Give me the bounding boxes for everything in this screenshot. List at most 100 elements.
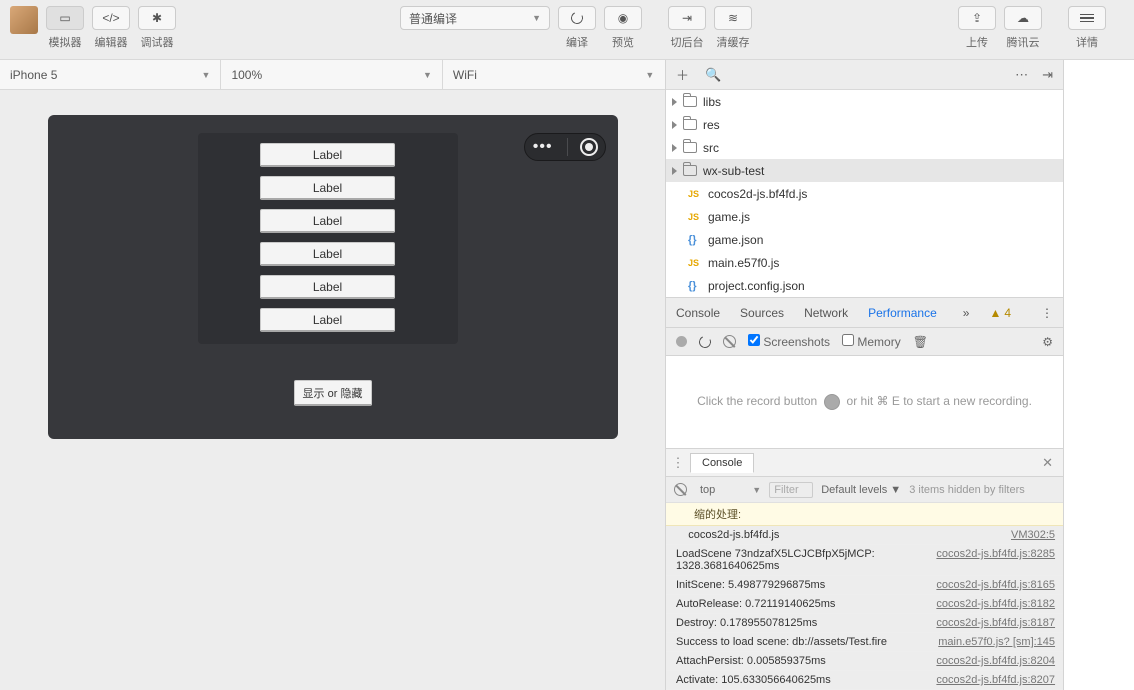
clear-icon[interactable] xyxy=(723,335,736,348)
console-message: AutoRelease: 0.72119140625ms xyxy=(676,598,936,610)
tab-network[interactable]: Network xyxy=(804,306,848,320)
target-icon[interactable] xyxy=(580,138,598,156)
network-select[interactable]: WiFi▼ xyxy=(443,60,664,89)
label-panel: Label Label Label Label Label Label xyxy=(198,133,458,344)
context-select[interactable]: top xyxy=(695,482,744,498)
debugger-button[interactable]: ✱调试器 xyxy=(138,6,176,50)
console-message: Destroy: 0.178955078125ms xyxy=(676,617,936,629)
more-icon[interactable]: ••• xyxy=(531,138,555,156)
phone-icon: ▭ xyxy=(46,6,84,30)
avatar[interactable] xyxy=(10,6,38,34)
console-source-link[interactable]: cocos2d-js.bf4fd.js:8207 xyxy=(936,674,1055,686)
preview-button[interactable]: ◉预览 xyxy=(604,6,642,50)
tree-folder[interactable]: src xyxy=(666,136,1063,159)
chevron-down-icon: ▼ xyxy=(645,70,654,80)
details-button[interactable]: 详情 xyxy=(1068,6,1106,50)
json-icon: {} xyxy=(688,280,702,292)
tree-file[interactable]: {}game.json xyxy=(666,228,1063,251)
switch-icon: ⇥ xyxy=(668,6,706,30)
reload-icon[interactable] xyxy=(697,334,712,349)
tree-folder[interactable]: wx-sub-test xyxy=(666,159,1063,182)
more-tabs-icon[interactable]: » xyxy=(963,306,970,320)
tree-file[interactable]: {}project.config.json xyxy=(666,274,1063,297)
console-line: LoadScene 73ndzafX5LCJCBfpX5jMCP: 1328.3… xyxy=(666,545,1063,576)
label-button[interactable]: Label xyxy=(260,275,395,299)
hidden-info: 3 items hidden by filters xyxy=(909,484,1025,496)
console-output: 缩的处理: cocos2d-js.bf4fd.jsVM302:5LoadScen… xyxy=(666,503,1063,690)
search-icon[interactable]: 🔍 xyxy=(705,67,721,83)
console-panel: ⋮ Console ✕ top ▼ Filter Default levels … xyxy=(666,448,1063,690)
folder-icon xyxy=(683,119,697,130)
kebab-icon[interactable]: ⋮ xyxy=(666,455,690,471)
tree-file[interactable]: JSgame.js xyxy=(666,205,1063,228)
device-select[interactable]: iPhone 5▼ xyxy=(0,60,221,89)
console-source-link[interactable]: cocos2d-js.bf4fd.js:8165 xyxy=(936,579,1055,591)
divider xyxy=(567,138,568,156)
cloud-button[interactable]: ☁腾讯云 xyxy=(1004,6,1042,50)
tab-sources[interactable]: Sources xyxy=(740,306,784,320)
levels-select[interactable]: Default levels ▼ xyxy=(821,484,901,496)
json-icon: {} xyxy=(688,234,702,246)
tree-file[interactable]: JSmain.e57f0.js xyxy=(666,251,1063,274)
console-source-link[interactable]: VM302:5 xyxy=(1011,529,1055,541)
memory-check[interactable]: Memory xyxy=(842,334,901,349)
tree-folder[interactable]: res xyxy=(666,113,1063,136)
clear-icon[interactable] xyxy=(674,483,687,496)
simulator-button[interactable]: ▭模拟器 xyxy=(46,6,84,50)
console-source-link[interactable]: cocos2d-js.bf4fd.js:8204 xyxy=(936,655,1055,667)
label-button[interactable]: Label xyxy=(260,143,395,167)
device-screen: Label Label Label Label Label Label 显示 o… xyxy=(48,115,618,439)
console-source-link[interactable]: cocos2d-js.bf4fd.js:8187 xyxy=(936,617,1055,629)
folder-icon xyxy=(683,142,697,153)
console-line: AutoRelease: 0.72119140625mscocos2d-js.b… xyxy=(666,595,1063,614)
trash-icon[interactable]: 🗑 xyxy=(913,335,928,349)
console-source-link[interactable]: cocos2d-js.bf4fd.js:8182 xyxy=(936,598,1055,610)
files-toolbar: ＋ 🔍 ⋯ ⇥ xyxy=(666,60,1063,90)
console-tab[interactable]: Console xyxy=(690,453,754,473)
console-line: Success to load scene: db://assets/Test.… xyxy=(666,633,1063,652)
tree-folder[interactable]: libs xyxy=(666,90,1063,113)
upload-icon: ⇪ xyxy=(958,6,996,30)
gear-icon[interactable]: ⚙ xyxy=(1042,335,1053,349)
dots-icon[interactable]: ⋯ xyxy=(1015,67,1028,83)
close-icon[interactable]: ✕ xyxy=(1032,455,1063,471)
screenshots-check[interactable]: Screenshots xyxy=(748,334,830,349)
arrow-right-icon xyxy=(672,121,677,129)
folder-icon xyxy=(683,96,697,107)
background-button[interactable]: ⇥切后台 xyxy=(668,6,706,50)
toggle-button[interactable]: 显示 or 隐藏 xyxy=(294,380,372,406)
js-icon: JS xyxy=(688,212,702,222)
compile-mode-select[interactable]: 普通编译▼ xyxy=(400,6,550,30)
kebab-icon[interactable]: ⋮ xyxy=(1041,306,1053,320)
performance-area: Click the record button or hit ⌘ E to st… xyxy=(666,356,1063,448)
tree-file[interactable]: JScocos2d-js.bf4fd.js xyxy=(666,182,1063,205)
eye-icon: ◉ xyxy=(604,6,642,30)
compile-button[interactable]: 编译 xyxy=(558,6,596,50)
performance-toolbar: Screenshots Memory 🗑 ⚙ xyxy=(666,328,1063,356)
label-button[interactable]: Label xyxy=(260,308,395,332)
console-line: cocos2d-js.bf4fd.jsVM302:5 xyxy=(666,526,1063,545)
warning-count[interactable]: ▲ 4 xyxy=(989,306,1011,320)
label-button[interactable]: Label xyxy=(260,176,395,200)
filter-input[interactable]: Filter xyxy=(769,482,813,498)
label-button[interactable]: Label xyxy=(260,242,395,266)
menu-icon xyxy=(1068,6,1106,30)
zoom-select[interactable]: 100%▼ xyxy=(221,60,442,89)
folder-icon xyxy=(683,165,697,176)
code-icon: </> xyxy=(92,6,130,30)
tab-performance[interactable]: Performance xyxy=(868,306,937,320)
plus-icon[interactable]: ＋ xyxy=(676,65,689,84)
js-icon: JS xyxy=(688,189,702,199)
collapse-icon[interactable]: ⇥ xyxy=(1042,67,1053,83)
cloud-icon: ☁ xyxy=(1004,6,1042,30)
console-source-link[interactable]: cocos2d-js.bf4fd.js:8285 xyxy=(936,548,1055,572)
record-button[interactable] xyxy=(676,336,687,347)
clearcache-button[interactable]: ≋清缓存 xyxy=(714,6,752,50)
inspector-panel xyxy=(1064,60,1134,690)
editor-button[interactable]: </>编辑器 xyxy=(92,6,130,50)
upload-button[interactable]: ⇪上传 xyxy=(958,6,996,50)
tab-console[interactable]: Console xyxy=(676,306,720,320)
label-button[interactable]: Label xyxy=(260,209,395,233)
console-source-link[interactable]: main.e57f0.js? [sm]:145 xyxy=(938,636,1055,648)
simulator-bar: iPhone 5▼ 100%▼ WiFi▼ xyxy=(0,60,665,90)
